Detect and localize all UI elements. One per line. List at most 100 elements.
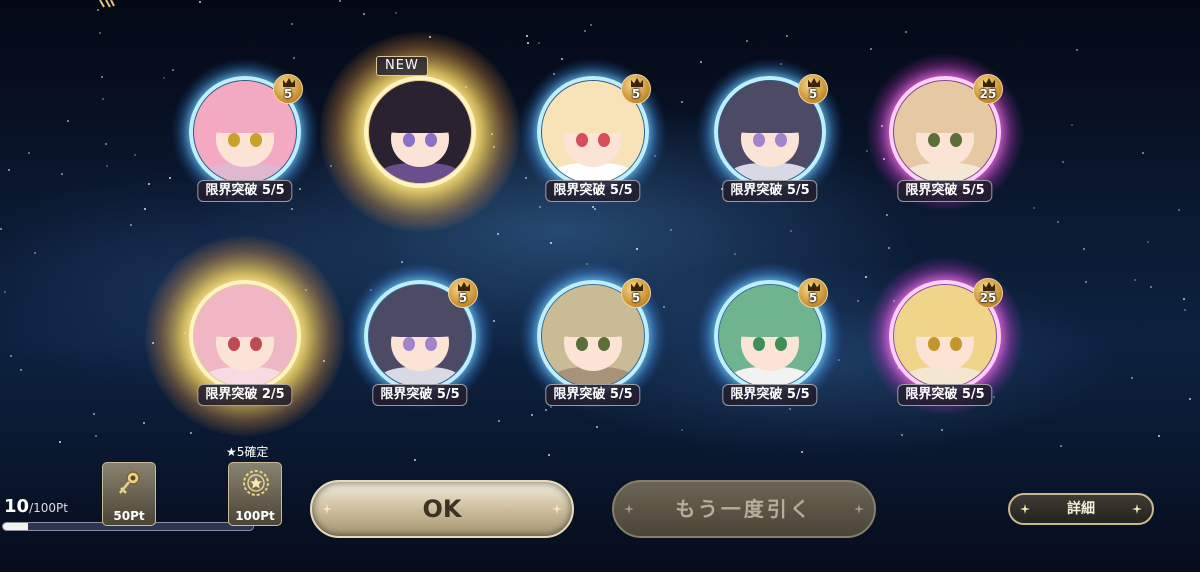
reward-100pt[interactable]: 100Pt <box>228 462 282 526</box>
background-star <box>1071 124 1073 126</box>
background-star <box>134 154 136 156</box>
background-star <box>538 42 540 44</box>
portrait-eye <box>598 133 610 147</box>
reward-50pt[interactable]: 50Pt <box>102 462 156 526</box>
ok-button[interactable]: OK <box>310 480 574 538</box>
summon-result-card[interactable]: 5 限界突破 5/5 <box>145 48 345 248</box>
background-star <box>1083 248 1085 250</box>
background-star <box>1178 209 1180 211</box>
background-star <box>1189 398 1191 400</box>
summon-result-card[interactable]: NEW <box>320 32 520 248</box>
background-star <box>20 369 22 371</box>
background-star <box>10 355 12 357</box>
background-star <box>1158 435 1160 437</box>
background-star <box>527 42 529 44</box>
new-tag: NEW <box>376 56 428 76</box>
background-star <box>1062 161 1064 163</box>
background-star <box>291 23 293 25</box>
limit-break-label: 限界突破 5/5 <box>545 384 641 406</box>
crown-badge: 5 <box>448 278 478 308</box>
background-star <box>101 76 103 78</box>
background-star <box>590 24 592 26</box>
character-portrait <box>369 81 471 183</box>
background-star <box>28 152 30 154</box>
key-icon <box>119 471 140 494</box>
summon-result-card[interactable]: 5 限界突破 5/5 <box>670 48 870 248</box>
background-star <box>0 228 2 230</box>
reward-100pt-label: 100Pt <box>235 509 275 523</box>
summon-result-card[interactable]: 限界突破 2/5 <box>145 236 345 452</box>
summon-again-button[interactable]: もう一度引く <box>612 480 876 538</box>
background-star <box>339 0 341 2</box>
portrait-eye <box>950 133 962 147</box>
background-star <box>1183 298 1185 300</box>
background-star <box>905 31 907 33</box>
portrait-eye <box>753 133 765 147</box>
portrait-eye <box>403 337 415 351</box>
portrait-eye <box>425 133 437 147</box>
sparkle-icon <box>552 504 562 514</box>
portrait-hair <box>194 285 296 337</box>
background-star <box>8 169 10 171</box>
limit-break-label: 限界突破 5/5 <box>545 180 641 202</box>
background-star <box>199 1 201 3</box>
crown-badge: 25 <box>973 74 1003 104</box>
background-star <box>4 291 6 293</box>
background-star <box>97 9 99 11</box>
portrait-eye <box>950 337 962 351</box>
sparkle-icon <box>322 504 332 514</box>
details-button-label: 詳細 <box>1067 501 1095 517</box>
limit-break-label: 限界突破 5/5 <box>722 180 818 202</box>
summon-result-card[interactable]: 5 限界突破 5/5 <box>493 48 693 248</box>
portrait-eye <box>250 133 262 147</box>
background-star <box>106 165 108 167</box>
background-star <box>1147 241 1149 243</box>
portrait-eye <box>576 337 588 351</box>
portrait-eye <box>576 133 588 147</box>
sparkle-icon <box>854 504 864 514</box>
limit-break-label: 限界突破 5/5 <box>897 384 993 406</box>
background-star <box>1150 286 1152 288</box>
background-star <box>746 40 748 42</box>
sparkle-icon <box>624 504 634 514</box>
background-star <box>1076 49 1078 51</box>
background-star <box>1142 152 1144 154</box>
portrait-eye <box>403 133 415 147</box>
background-star <box>526 35 528 37</box>
ok-button-label: OK <box>422 495 462 523</box>
limit-break-label: 限界突破 5/5 <box>722 384 818 406</box>
summon-result-card[interactable]: 25 限界突破 5/5 <box>845 48 1045 248</box>
exchange-points: 10/100Pt <box>4 496 68 517</box>
guarantee-label: ★5確定 <box>226 445 269 459</box>
crown-badge: 5 <box>273 74 303 104</box>
background-star <box>1085 281 1087 283</box>
limit-break-label: 限界突破 5/5 <box>372 384 468 406</box>
details-button[interactable]: 詳細 <box>1008 493 1154 525</box>
character-portrait <box>194 285 296 387</box>
background-star <box>59 441 61 443</box>
portrait-eye <box>775 337 787 351</box>
reward-50pt-label: 50Pt <box>113 509 145 523</box>
portrait-hair <box>369 81 471 133</box>
background-star <box>67 120 69 122</box>
summon-result-card[interactable]: 5 限界突破 5/5 <box>320 252 520 452</box>
background-star <box>102 98 104 100</box>
background-star <box>99 32 101 34</box>
background-star <box>1060 445 1062 447</box>
summon-again-label: もう一度引く <box>675 497 813 521</box>
crown-badge: 5 <box>621 278 651 308</box>
summon-result-card[interactable]: 5 限界突破 5/5 <box>670 252 870 452</box>
points-progress-fill <box>3 523 28 530</box>
portrait-eye <box>425 337 437 351</box>
background-star <box>34 252 36 254</box>
summon-result-screen: 5 限界突破 5/5 NEW 5 限界突破 5/5 5 限界突破 5/5 25 限界突破 5/5… <box>0 0 1200 572</box>
limit-break-label: 限界突破 5/5 <box>897 180 993 202</box>
background-star <box>636 248 638 250</box>
portrait-eye <box>228 133 240 147</box>
summon-result-card[interactable]: 25 限界突破 5/5 <box>845 252 1045 452</box>
background-star <box>95 435 97 437</box>
summon-result-card[interactable]: 5 限界突破 5/5 <box>493 252 693 452</box>
crown-badge: 5 <box>798 74 828 104</box>
points-current: 10 <box>4 496 30 517</box>
background-star <box>1131 377 1133 379</box>
